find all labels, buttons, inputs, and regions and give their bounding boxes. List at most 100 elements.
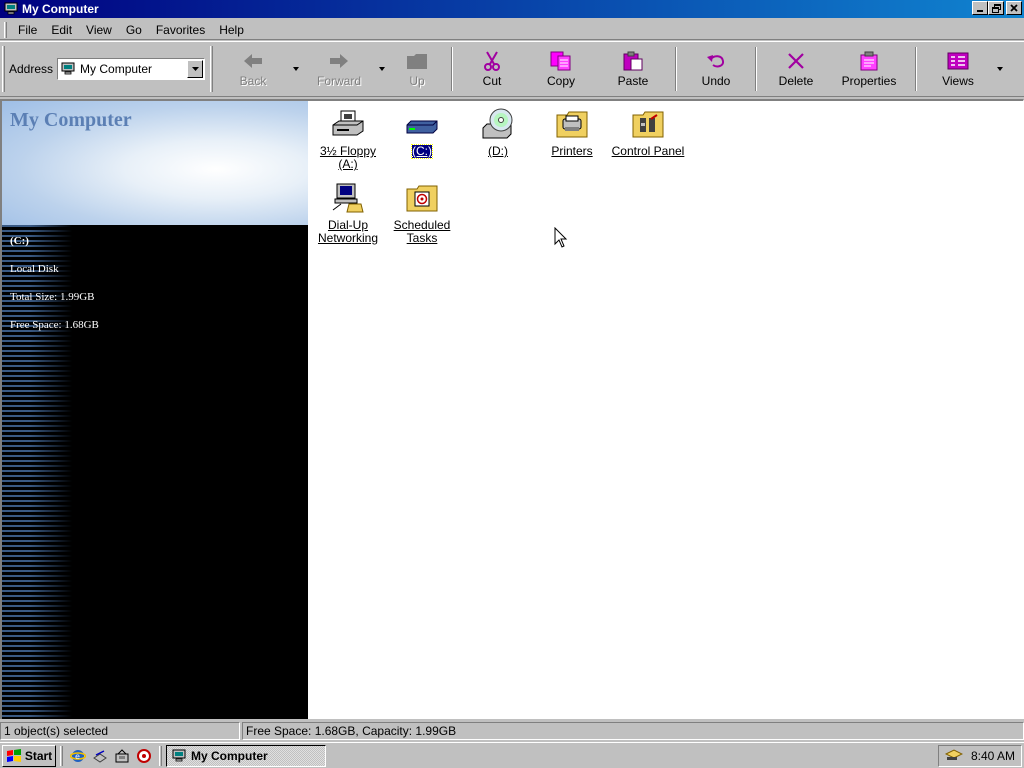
undo-button[interactable]: Undo [683,45,749,93]
undo-icon [704,50,728,72]
menu-go[interactable]: Go [119,21,149,39]
chevron-down-icon [191,67,199,71]
taskbar: Start e My Computer 8:40 AM [0,742,1024,768]
window-controls [972,1,1022,15]
address-input[interactable]: My Computer [57,58,206,80]
back-dropdown-button[interactable] [289,45,303,93]
panel-title: My Computer [10,109,132,131]
printers-folder-icon [555,107,589,141]
window-title: My Computer [22,2,99,16]
computer-icon [3,2,19,16]
quicklaunch-internet-explorer[interactable]: e [68,746,88,766]
control-panel-label: Control Panel [611,144,685,158]
menu-grip[interactable] [4,21,7,38]
toolbar-grip[interactable] [210,46,213,92]
outlook-express-icon [93,749,107,763]
menu-help[interactable]: Help [212,21,251,39]
minimize-button[interactable] [972,1,988,15]
taskbar-task-my-computer[interactable]: My Computer [166,744,326,767]
modem-tray-icon[interactable] [944,748,964,765]
back-arrow-icon [241,50,265,72]
forward-dropdown-button[interactable] [375,45,389,93]
up-button[interactable]: Up [389,45,445,93]
dial-up-networking-label: Dial-Up Networking [317,218,379,245]
address-dropdown-button[interactable] [187,60,204,78]
chevron-down-icon [379,67,385,71]
quicklaunch-channels[interactable] [134,746,154,766]
copy-button[interactable]: Copy [525,45,597,93]
back-button[interactable]: Back [217,45,289,93]
back-label: Back [239,74,267,88]
taskbar-grip[interactable] [159,745,162,766]
close-icon [1010,4,1018,12]
scheduled-tasks-folder-icon [405,181,439,215]
toolbar-row: Address My Computer Back Forward Up Cut … [0,41,1024,97]
scheduled-tasks-item[interactable]: Scheduled Tasks [384,181,460,245]
dial-up-networking-item[interactable]: Dial-Up Networking [310,181,386,245]
cd-drive-icon [481,107,515,141]
start-button[interactable]: Start [2,744,56,767]
views-icon [946,50,970,72]
mouse-pointer-icon [554,227,568,248]
status-space: Free Space: 1.68GB, Capacity: 1.99GB [242,722,1024,740]
control-panel-item[interactable]: Control Panel [610,107,686,158]
web-view-panel: My Computer (C:) Local Disk Total Size: … [2,101,308,719]
system-tray: 8:40 AM [938,745,1022,767]
delete-x-icon [784,50,808,72]
forward-button[interactable]: Forward [303,45,375,93]
computer-icon [172,749,186,761]
taskbar-task-label: My Computer [191,748,268,763]
maximize-button[interactable] [988,1,1004,15]
scheduled-tasks-label: Scheduled Tasks [393,218,451,245]
windows-logo-icon [6,748,21,762]
quicklaunch-outlook-express[interactable] [90,746,110,766]
scissors-icon [480,50,504,72]
status-selection: 1 object(s) selected [0,722,240,740]
drive-free-space: Free Space: 1.68GB [10,319,99,331]
copy-label: Copy [546,74,575,88]
views-dropdown-button[interactable] [993,45,1007,93]
floppy-drive-icon [331,107,365,141]
close-button[interactable] [1006,1,1022,15]
quick-launch-grip[interactable] [60,745,63,766]
menu-go-label: Go [125,22,142,37]
views-button[interactable]: Views [923,45,993,93]
menu-favorites-label: Favorites [155,22,206,37]
drive-type: Local Disk [10,263,59,275]
hard-drive-label: (C:) [411,144,433,159]
computer-icon [60,62,76,76]
menu-favorites[interactable]: Favorites [149,21,212,39]
menu-view[interactable]: View [79,21,119,39]
chevron-down-icon [997,67,1003,71]
restore-icon [991,3,1001,13]
drive-info: (C:) Local Disk Total Size: 1.99GB Free … [10,235,99,347]
menu-file[interactable]: File [11,21,44,39]
forward-label: Forward [316,74,361,88]
toolbar-separator [675,47,677,91]
show-desktop-icon [115,748,129,762]
delete-button[interactable]: Delete [763,45,829,93]
title-bar[interactable]: My Computer [0,0,1024,18]
toolbar-separator [915,47,917,91]
properties-button[interactable]: Properties [829,45,909,93]
floppy-drive-label: 3½ Floppy (A:) [319,144,377,171]
internet-explorer-icon: e [70,749,86,762]
hard-drive-item[interactable]: (C:) [384,107,460,159]
floppy-drive-item[interactable]: 3½ Floppy (A:) [310,107,386,171]
printers-item[interactable]: Printers [534,107,610,158]
menu-bar: File Edit View Go Favorites Help [0,20,1024,40]
paste-icon [621,50,645,72]
chevron-down-icon [293,67,299,71]
address-grip[interactable] [2,46,5,92]
address-value: My Computer [80,62,153,76]
cd-drive-item[interactable]: (D:) [460,107,536,158]
toolbar-separator [451,47,453,91]
clock[interactable]: 8:40 AM [971,749,1015,763]
cut-button[interactable]: Cut [459,45,525,93]
menu-edit[interactable]: Edit [44,21,79,39]
status-bar: 1 object(s) selected Free Space: 1.68GB,… [0,721,1024,741]
menu-file-label: File [18,22,38,37]
quicklaunch-show-desktop[interactable] [112,746,132,766]
drive-total-size: Total Size: 1.99GB [10,291,95,303]
paste-button[interactable]: Paste [597,45,669,93]
